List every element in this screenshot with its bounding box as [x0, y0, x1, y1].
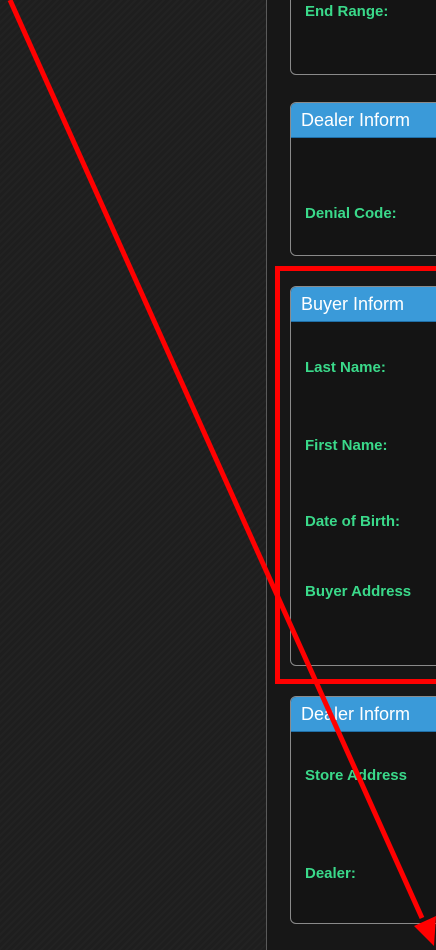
arrow-line [7, 0, 425, 920]
arrow-head-icon [414, 916, 436, 946]
annotation-arrow [7, 0, 436, 946]
